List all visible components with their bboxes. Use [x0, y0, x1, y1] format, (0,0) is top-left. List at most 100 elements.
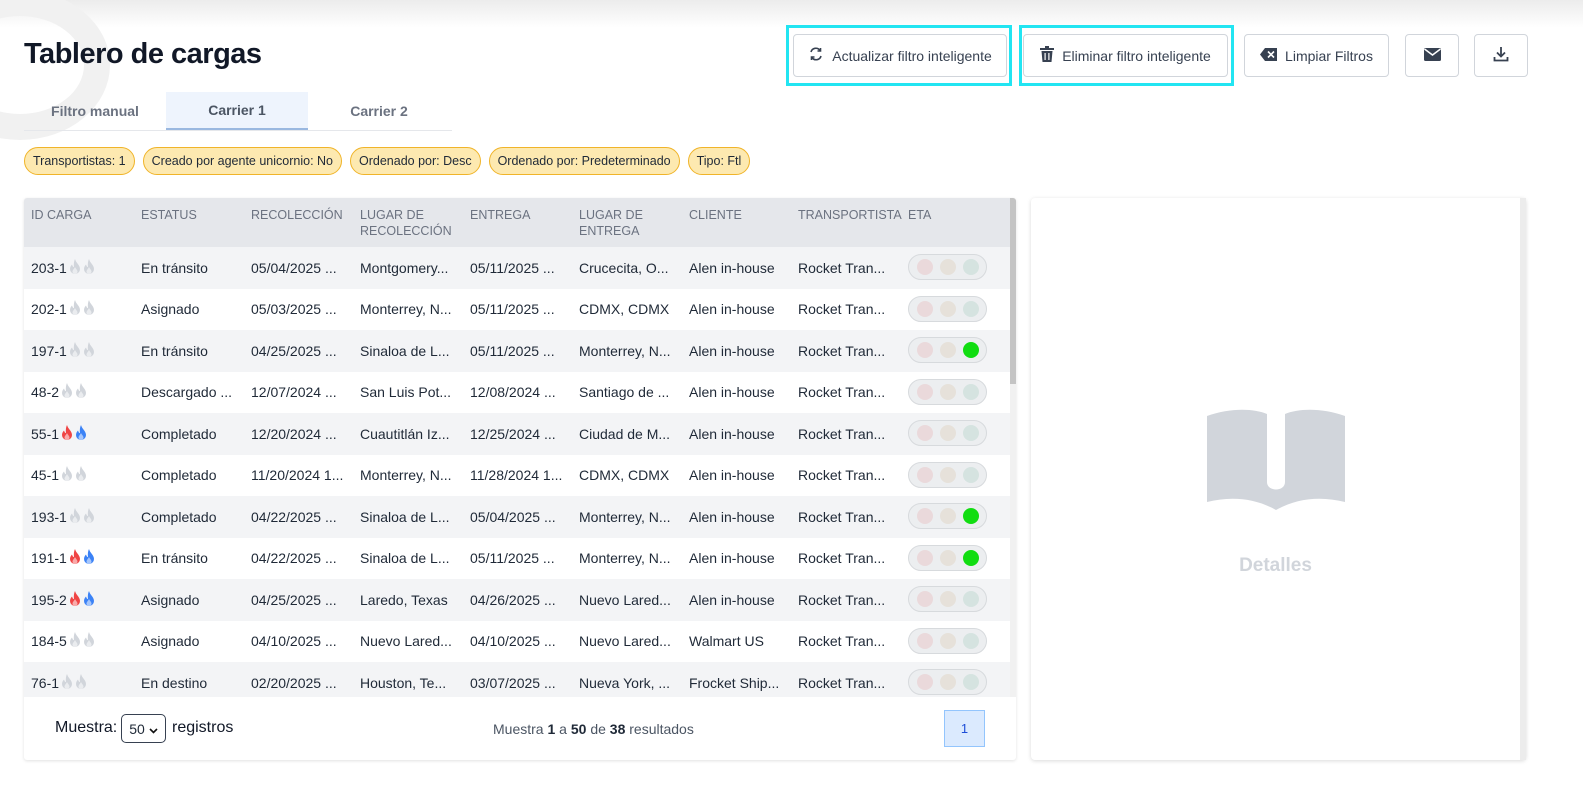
- flame-icon[interactable]: [75, 466, 87, 484]
- refresh-icon: [808, 46, 824, 65]
- table-row[interactable]: 191-1 En tránsito 04/22/2025 ... Sinaloa de…: [24, 538, 1010, 580]
- cell-text: Monterrey, N...: [579, 508, 671, 525]
- flame-icon[interactable]: [61, 673, 73, 692]
- flame-icon[interactable]: [83, 258, 95, 277]
- download-button[interactable]: [1474, 34, 1528, 77]
- cell-text: 02/20/2025 ...: [251, 674, 337, 691]
- table-cell-pickup-place: Montgomery...: [360, 247, 464, 289]
- table-cell-id: 203-1: [31, 247, 135, 289]
- table-row[interactable]: 197-1 En tránsito 04/25/2025 ... Sinaloa de…: [24, 330, 1010, 372]
- flame-icon[interactable]: [83, 341, 95, 360]
- table-row[interactable]: 193-1 Completado 04/22/2025 ... Sinaloa de …: [24, 496, 1010, 538]
- update-smart-filter-button[interactable]: Actualizar filtro inteligente: [793, 34, 1007, 77]
- cell-text: CDMX, CDMX: [579, 301, 670, 318]
- column-header[interactable]: LUGAR DE RECOLECCIÓN: [360, 207, 456, 239]
- column-header[interactable]: LUGAR DE ENTREGA: [579, 207, 659, 239]
- flame-icon[interactable]: [61, 383, 73, 401]
- cell-text: 193-1: [31, 508, 67, 525]
- cell-text: 05/11/2025 ...: [470, 342, 555, 359]
- flame-icon[interactable]: [83, 300, 95, 318]
- table-cell-pickup-place: Sinaloa de L...: [360, 496, 464, 538]
- filter-chip[interactable]: Creado por agente unicornio: No: [142, 147, 343, 175]
- flame-icon[interactable]: [75, 424, 87, 443]
- page-button-current[interactable]: 1: [944, 710, 985, 747]
- tab-filtro-manual[interactable]: Filtro manual: [24, 92, 166, 130]
- eta-light-green: [962, 300, 979, 317]
- table-cell-pickup: 04/22/2025 ...: [251, 496, 355, 538]
- flame-icon[interactable]: [75, 383, 87, 401]
- table-cell-pickup-place: Houston, Te...: [360, 662, 464, 697]
- tab-carrier-1[interactable]: Carrier 1: [166, 92, 308, 130]
- cell-text: Montgomery...: [360, 259, 449, 276]
- column-header[interactable]: TRANSPORTISTA: [798, 207, 902, 223]
- flame-icon[interactable]: [69, 549, 81, 567]
- cell-text: Asignado: [141, 301, 200, 318]
- table-cell-id: 45-1: [31, 455, 135, 497]
- cell-text: Frocket Ship...: [689, 674, 780, 691]
- flame-icon[interactable]: [69, 632, 81, 650]
- tab-carrier-2[interactable]: Carrier 2: [308, 92, 450, 130]
- envelope-icon: [1423, 47, 1441, 64]
- table-row[interactable]: 184-5 Asignado 04/10/2025 ... Nuevo Lared..…: [24, 621, 1010, 663]
- cell-text: Sinaloa de L...: [360, 550, 450, 567]
- table-row[interactable]: 202-1 Asignado 05/03/2025 ... Monterrey, N.…: [24, 289, 1010, 331]
- flame-icon[interactable]: [69, 507, 81, 526]
- delete-smart-filter-button[interactable]: Eliminar filtro inteligente: [1023, 34, 1228, 77]
- flame-icon[interactable]: [83, 590, 95, 609]
- scrollbar-thumb[interactable]: [1010, 198, 1016, 384]
- flame-icon[interactable]: [69, 258, 81, 277]
- table-cell-pickup-place: Sinaloa de L...: [360, 330, 464, 372]
- cell-text: En tránsito: [141, 342, 208, 359]
- email-button[interactable]: [1405, 34, 1459, 77]
- flame-icon[interactable]: [83, 632, 95, 650]
- filter-chip[interactable]: Tipo: Ftl: [687, 147, 751, 175]
- column-header[interactable]: ETA: [908, 207, 968, 223]
- flame-icon[interactable]: [69, 341, 81, 360]
- eta-light-red: [916, 591, 933, 607]
- cell-text: 05/11/2025 ...: [470, 301, 555, 318]
- cell-text: Ciudad de M...: [579, 425, 671, 442]
- table-row[interactable]: 45-1 Completado 11/20/2024 1... Monterrey, …: [24, 455, 1010, 497]
- flame-icon[interactable]: [69, 590, 81, 609]
- filter-chip[interactable]: Ordenado por: Predeterminado: [488, 147, 680, 175]
- column-header[interactable]: ESTATUS: [141, 207, 245, 223]
- table-row[interactable]: 195-2 Asignado 04/25/2025 ... Laredo, Texas…: [24, 579, 1010, 621]
- eta-indicator: [908, 669, 987, 695]
- table-row[interactable]: 48-2 Descargado ... 12/07/2024 ... San Luis…: [24, 372, 1010, 414]
- flame-icon[interactable]: [61, 466, 73, 484]
- filter-chip[interactable]: Ordenado por: Desc: [350, 147, 481, 175]
- table-cell-pickup: 11/20/2024 1...: [251, 455, 355, 497]
- flame-icon[interactable]: [75, 673, 87, 692]
- eta-indicator: [908, 254, 987, 280]
- cell-text: Completado: [141, 508, 217, 525]
- table-cell-pickup-place: San Luis Pot...: [360, 372, 464, 414]
- chevron-down-icon: [149, 721, 158, 737]
- table-cell-client: Walmart US: [689, 621, 793, 663]
- table-row[interactable]: 76-1 En destino 02/20/2025 ... Houston, Te.…: [24, 662, 1010, 697]
- page-title: Tablero de cargas: [24, 38, 262, 70]
- flame-icon[interactable]: [69, 300, 81, 318]
- table-cell-pickup-place: Sinaloa de L...: [360, 538, 464, 580]
- filter-chip[interactable]: Transportistas: 1: [24, 147, 135, 175]
- eta-light-red: [916, 632, 933, 649]
- cell-text: Rocket Tran...: [798, 508, 886, 525]
- flame-icon[interactable]: [83, 507, 95, 526]
- cell-text: Sinaloa de L...: [360, 508, 450, 525]
- page-size-select[interactable]: 50: [121, 714, 166, 743]
- details-panel: Detalles: [1031, 198, 1526, 760]
- flame-icon[interactable]: [83, 549, 95, 567]
- cell-text: Completado: [141, 425, 217, 442]
- column-header[interactable]: RECOLECCIÓN: [251, 207, 355, 223]
- flame-icon[interactable]: [61, 424, 73, 443]
- table-scrollbar[interactable]: [1010, 198, 1016, 697]
- column-header[interactable]: CLIENTE: [689, 207, 793, 223]
- book-open-icon: [1205, 408, 1347, 517]
- clear-filters-button[interactable]: Limpiar Filtros: [1244, 34, 1389, 77]
- cell-text: Rocket Tran...: [798, 425, 886, 442]
- eta-light-green: [962, 466, 979, 483]
- column-header[interactable]: ID CARGA: [31, 207, 135, 223]
- column-header[interactable]: ENTREGA: [470, 207, 574, 223]
- table-row[interactable]: 203-1 En tránsito 05/04/2025 ... Montgomery…: [24, 247, 1010, 289]
- table-cell-delivery: 05/11/2025 ...: [470, 538, 574, 580]
- table-row[interactable]: 55-1 Completado 12/20/2024 ... Cuautitlán I…: [24, 413, 1010, 455]
